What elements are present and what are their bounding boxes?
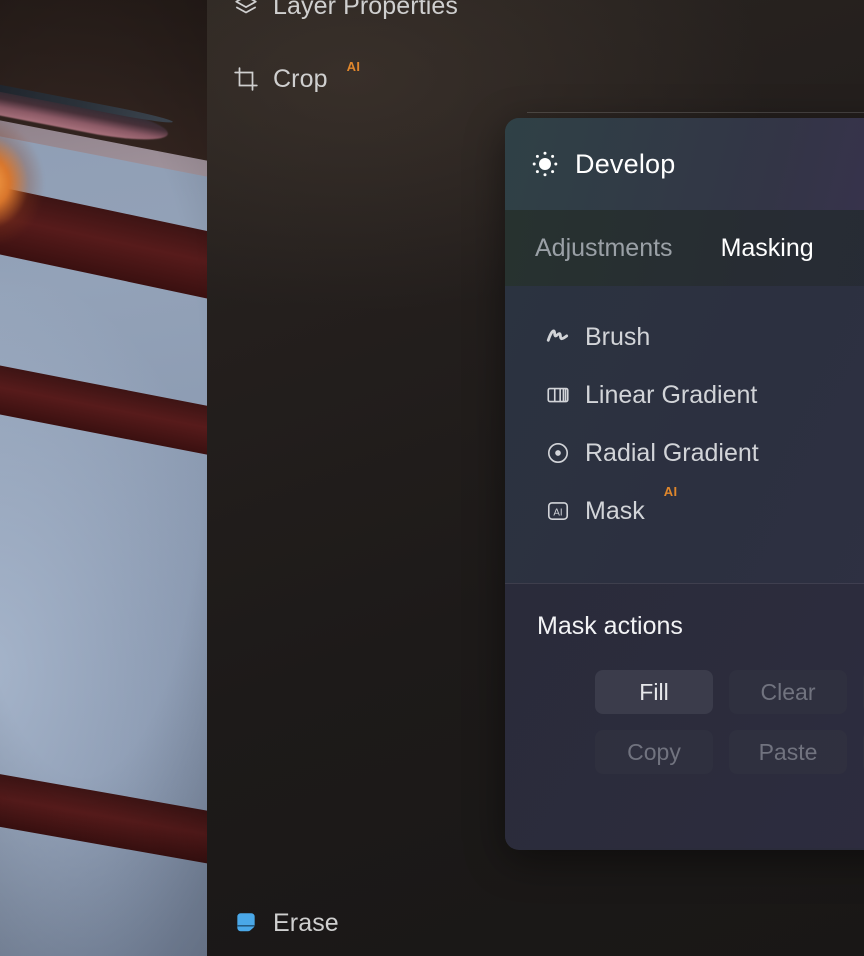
sidebar-item-crop[interactable]: Crop AI (233, 57, 360, 101)
layers-icon (233, 0, 259, 19)
copy-button[interactable]: Copy (595, 730, 713, 774)
ai-mask-icon: AI (545, 498, 571, 524)
photo-vignette (0, 0, 207, 956)
brush-icon (545, 324, 571, 350)
svg-text:AI: AI (553, 507, 562, 518)
develop-panel-header[interactable]: Develop (505, 118, 864, 210)
tools-sidebar: Layer Properties Crop AI Erase Develop A… (207, 0, 864, 956)
ai-badge: AI (346, 59, 361, 74)
tool-item-brush[interactable]: Brush (505, 308, 864, 366)
linear-gradient-icon (545, 382, 571, 408)
fill-button[interactable]: Fill (595, 670, 713, 714)
develop-tabs: Adjustments Masking (505, 210, 864, 286)
tool-item-ai-mask[interactable]: AI Mask AI (505, 482, 864, 540)
develop-panel: Develop Adjustments Masking Brush Linear… (505, 118, 864, 850)
tool-item-radial-gradient[interactable]: Radial Gradient (505, 424, 864, 482)
crop-icon (233, 66, 259, 92)
tab-masking[interactable]: Masking (721, 234, 814, 263)
tool-label: Linear Gradient (585, 380, 758, 409)
sidebar-divider (527, 112, 864, 113)
sidebar-item-label: Crop (273, 64, 328, 93)
sidebar-item-layer-properties[interactable]: Layer Properties (233, 0, 458, 28)
tool-label: Brush (585, 322, 651, 351)
masking-tool-list: Brush Linear Gradient Radial Gradient AI… (505, 286, 864, 583)
sidebar-item-label: Erase (273, 908, 339, 937)
tool-item-linear-gradient[interactable]: Linear Gradient (505, 366, 864, 424)
mask-actions-button-grid: Fill Clear Invert Copy Paste Show (505, 668, 864, 774)
erase-icon (233, 910, 259, 936)
develop-panel-title: Develop (575, 148, 676, 179)
sidebar-item-erase[interactable]: Erase (233, 901, 339, 945)
tab-adjustments[interactable]: Adjustments (535, 234, 673, 263)
mask-actions-section: Mask actions Fill Clear Invert Copy Past… (505, 583, 864, 848)
ai-badge: AI (663, 484, 678, 499)
mask-actions-header[interactable]: Mask actions (505, 584, 864, 668)
clear-button[interactable]: Clear (729, 670, 847, 714)
mask-actions-title: Mask actions (537, 611, 683, 640)
radial-gradient-icon (545, 440, 571, 466)
sun-icon (531, 150, 559, 178)
photo-canvas[interactable] (0, 0, 207, 956)
app-root: Layer Properties Crop AI Erase Develop A… (0, 0, 864, 956)
tool-label: Mask (585, 496, 645, 525)
sidebar-item-label: Layer Properties (273, 0, 459, 20)
paste-button[interactable]: Paste (729, 730, 847, 774)
tool-label: Radial Gradient (585, 438, 759, 467)
